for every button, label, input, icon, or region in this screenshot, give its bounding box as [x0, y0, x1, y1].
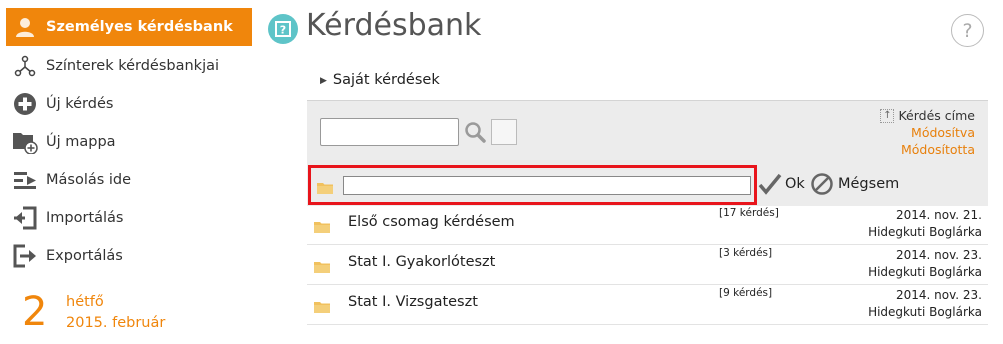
sidebar-item-label: Új mappa [46, 134, 116, 150]
folder-name[interactable]: Stat I. Vizsgateszt [348, 294, 478, 310]
sidebar-item-export[interactable]: Exportálás [6, 237, 252, 275]
sidebar-item-label: Személyes kérdésbank [46, 19, 233, 35]
date-weekday: hétfő [66, 294, 104, 310]
sidebar: Személyes kérdésbank Színterek kérdésban… [0, 0, 253, 344]
sidebar-item-import[interactable]: Importálás [6, 199, 252, 237]
share-network-icon [6, 47, 44, 85]
list-item[interactable]: Stat I. Gyakorlóteszt [3 kérdés] 2014. n… [307, 245, 988, 285]
import-icon [6, 199, 44, 237]
modified-date: 2014. nov. 21. [896, 208, 982, 222]
triangle-right-icon: ▶ [320, 76, 327, 86]
breadcrumb[interactable]: ▶ Saját kérdések [320, 72, 440, 88]
export-icon [6, 237, 44, 275]
svg-text:?: ? [280, 24, 286, 37]
cancel-button[interactable]: Mégsem [810, 172, 899, 196]
question-count: [9 kérdés] [719, 287, 773, 299]
folder-icon [314, 259, 331, 278]
list-item[interactable]: Stat I. Vizsgateszt [9 kérdés] 2014. nov… [307, 285, 988, 325]
checkmark-icon [758, 173, 782, 195]
list-item[interactable]: Első csomag kérdésem [17 kérdés] 2014. n… [307, 205, 988, 245]
modified-by: Hidegkuti Boglárka [868, 265, 982, 279]
sidebar-item-new-question[interactable]: Új kérdés [6, 85, 252, 123]
sort-options: ↑ Kérdés címe Módosítva Módosította [880, 107, 975, 158]
question-count: [17 kérdés] [719, 207, 779, 219]
plus-circle-icon [6, 85, 44, 123]
folder-icon [314, 299, 331, 318]
modified-by: Hidegkuti Boglárka [868, 305, 982, 319]
sidebar-item-label: Másolás ide [46, 172, 132, 188]
date-day: 2 [22, 289, 48, 335]
sort-title-row[interactable]: ↑ Kérdés címe [880, 107, 975, 124]
sidebar-item-personal-bank[interactable]: Személyes kérdésbank [6, 8, 252, 46]
page-title: Kérdésbank [306, 8, 482, 43]
folder-icon [314, 219, 331, 238]
search-options-button[interactable] [491, 119, 517, 145]
sidebar-item-label: Importálás [46, 210, 124, 226]
search-icon[interactable] [463, 120, 487, 144]
question-bank-icon: ? [268, 14, 298, 44]
folder-name[interactable]: Első csomag kérdésem [348, 214, 515, 230]
folder-name[interactable]: Stat I. Gyakorlóteszt [348, 254, 495, 270]
modified-date: 2014. nov. 23. [896, 288, 982, 302]
copy-here-icon [6, 161, 44, 199]
sidebar-item-scene-banks[interactable]: Színterek kérdésbankjai [6, 47, 252, 85]
question-count: [3 kérdés] [719, 247, 773, 259]
ok-button[interactable]: Ok [758, 172, 805, 196]
sidebar-item-copy-here[interactable]: Másolás ide [6, 161, 252, 199]
modified-date: 2014. nov. 23. [896, 248, 982, 262]
sort-by-modified[interactable]: Módosítva [880, 124, 975, 141]
date-month-year: 2015. február [66, 315, 166, 331]
breadcrumb-label: Saját kérdések [332, 72, 440, 88]
sidebar-item-label: Új kérdés [46, 96, 114, 112]
modified-by: Hidegkuti Boglárka [868, 225, 982, 239]
ok-label: Ok [785, 176, 805, 192]
folder-icon [317, 180, 334, 199]
person-icon [6, 8, 44, 46]
sidebar-item-label: Exportálás [46, 248, 123, 264]
cancel-icon [811, 173, 833, 195]
folder-plus-icon [6, 123, 44, 161]
sidebar-item-new-folder[interactable]: Új mappa [6, 123, 252, 161]
cancel-label: Mégsem [838, 176, 900, 192]
sort-by-modified-by[interactable]: Módosította [880, 141, 975, 158]
sort-by-title[interactable]: Kérdés címe [898, 107, 975, 124]
sort-up-icon: ↑ [880, 108, 895, 123]
sidebar-item-label: Színterek kérdésbankjai [46, 58, 220, 74]
help-icon[interactable]: ? [951, 14, 984, 47]
new-folder-name-input[interactable] [343, 176, 751, 195]
search-input[interactable] [320, 118, 459, 146]
